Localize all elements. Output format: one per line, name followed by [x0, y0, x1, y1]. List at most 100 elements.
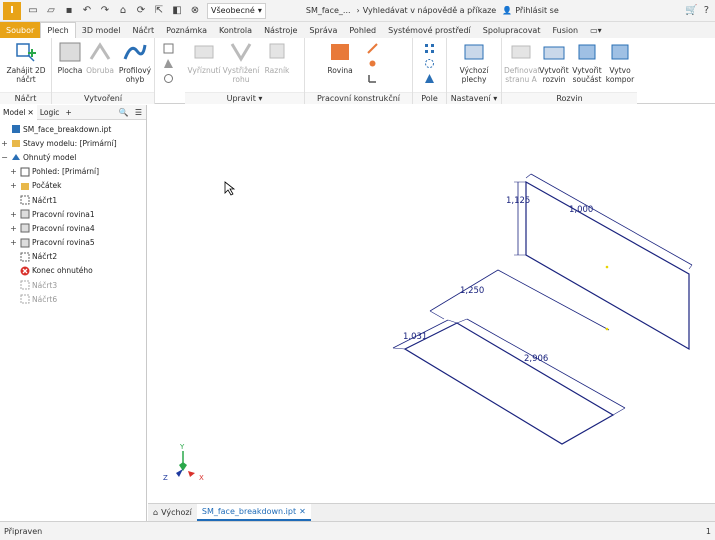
cart-icon[interactable]: 🛒 [685, 5, 697, 16]
sign-in-button[interactable]: 👤 Přihlásit se [502, 6, 559, 15]
create-part-button[interactable]: Vytvořit součást [571, 41, 603, 84]
dim-line-1-000[interactable] [530, 173, 693, 266]
define-a-side-button[interactable]: Definovat stranu A [504, 41, 540, 84]
help-search[interactable]: › Vyhledávat v nápovědě a příkaze [357, 6, 497, 15]
dim-label-1-250[interactable]: 1,250 [460, 286, 484, 296]
appearance-dropdown[interactable]: Všeobecné ▾ [207, 2, 266, 19]
rect-pattern-icon[interactable] [424, 43, 435, 54]
flange-button[interactable]: Obruba [85, 41, 115, 75]
tab-inspect[interactable]: Kontrola [213, 22, 258, 38]
select-icon[interactable]: ⇱ [151, 3, 167, 19]
tree-node-workplane5[interactable]: + Pracovní rovina5 [0, 236, 146, 250]
corner-round-button[interactable]: Vystřižení rohu [221, 41, 261, 84]
dim-label-1-125[interactable]: 1,125 [506, 196, 530, 206]
dim-label-1-031[interactable]: 1,031 [403, 332, 427, 342]
tree-node-sketch3[interactable]: Náčrt3 [0, 278, 146, 292]
expand-icon[interactable]: + [9, 210, 18, 219]
app-logo[interactable]: I [3, 1, 21, 20]
undo-icon[interactable]: ↶ [79, 3, 95, 19]
material-icon[interactable]: ◧ [169, 3, 185, 19]
appearance-icon[interactable]: ⊗ [187, 3, 203, 19]
expand-icon[interactable]: + [9, 181, 18, 190]
tree-node-part[interactable]: SM_face_breakdown.ipt [0, 122, 146, 136]
tree-node-folded-model[interactable]: − Ohnutý model [0, 150, 146, 164]
create-component-button[interactable]: Vytvo kompor [603, 41, 637, 84]
tab-manage[interactable]: Správa [303, 22, 343, 38]
expand-icon[interactable]: + [0, 139, 9, 148]
doc-tab-home[interactable]: ⌂ Výchozí [148, 504, 197, 521]
expand-icon[interactable]: + [9, 167, 18, 176]
panel-title-setup[interactable]: Nastavení ▾ [447, 92, 501, 104]
ucs-icon[interactable] [367, 73, 378, 84]
plane-button[interactable]: Rovina [323, 41, 357, 75]
tree-node-view[interactable]: + Pohled: [Primární] [0, 165, 146, 179]
expand-icon[interactable]: + [9, 224, 18, 233]
collapse-icon[interactable]: − [0, 153, 9, 162]
save-icon[interactable]: ▪ [61, 3, 77, 19]
circ-pattern-icon[interactable] [424, 58, 435, 69]
axis-y-label: Y [179, 443, 185, 451]
tab-collaborate[interactable]: Spolupracovat [477, 22, 547, 38]
center-point[interactable] [605, 327, 609, 331]
browser-tab-model[interactable]: Model ✕ [0, 104, 37, 120]
dim-label-2-906[interactable]: 2,906 [524, 354, 548, 364]
tab-view[interactable]: Pohled [343, 22, 382, 38]
point-icon[interactable] [367, 58, 378, 69]
cut-button[interactable]: Vyříznutí [187, 41, 221, 75]
help-icon[interactable]: ? [704, 5, 709, 16]
tab-tools[interactable]: Nástroje [258, 22, 303, 38]
bend-icon[interactable] [163, 73, 174, 84]
tree-node-workplane1[interactable]: + Pracovní rovina1 [0, 207, 146, 221]
browser-tab-logic[interactable]: Logic [37, 105, 63, 120]
tab-extra[interactable]: ▭▾ [584, 22, 608, 38]
doc-tab-sm-face-breakdown[interactable]: SM_face_breakdown.ipt ✕ [196, 504, 311, 521]
component-icon [611, 44, 629, 60]
toggle-icon: ▭▾ [590, 25, 602, 35]
tab-3d-model[interactable]: 3D model [76, 22, 127, 38]
new-icon[interactable]: ▭ [25, 3, 41, 19]
face-button[interactable]: Plocha [54, 41, 86, 75]
dim-line-1-250[interactable] [429, 269, 610, 331]
punch-button[interactable]: Razník [262, 41, 292, 75]
panel-title-work-features: Pracovní konstrukční prvky [305, 92, 412, 115]
close-icon[interactable]: ✕ [299, 507, 306, 516]
tab-environments[interactable]: Systémové prostředí [382, 22, 477, 38]
search-icon[interactable]: 🔍 [119, 108, 129, 117]
expand-icon[interactable]: + [9, 238, 18, 247]
close-icon[interactable]: ✕ [28, 108, 34, 117]
tab-sketch[interactable]: Náčrt [126, 22, 160, 38]
tree-node-origin[interactable]: + Počátek [0, 179, 146, 193]
open-icon[interactable]: ▱ [43, 3, 59, 19]
panel-title-modify[interactable]: Upravit ▾ [185, 92, 304, 104]
tab-sheet-metal[interactable]: Plech [40, 22, 76, 38]
contour-roll-icon [123, 44, 147, 60]
tree-node-workplane4[interactable]: + Pracovní rovina4 [0, 221, 146, 235]
create-flat-button[interactable]: Vytvořit rozvin [538, 41, 570, 84]
graphics-viewport[interactable]: 1,125 1,000 1,250 1,031 2,906 Y Z X [148, 105, 715, 503]
tree-node-sketch2[interactable]: Náčrt2 [0, 250, 146, 264]
tree-node-sketch6[interactable]: Náčrt6 [0, 292, 146, 306]
contour-roll-button[interactable]: Profilový ohyb [116, 41, 154, 84]
dim-label-1-000[interactable]: 1,000 [569, 205, 593, 215]
tree-node-model-states[interactable]: + Stavy modelu: [Primární] [0, 136, 146, 150]
center-point[interactable] [605, 265, 609, 269]
tree-node-end-of-folded[interactable]: Konec ohnutého [0, 264, 146, 278]
axis-icon[interactable] [367, 43, 378, 54]
menu-icon[interactable]: ☰ [135, 108, 142, 117]
panel-pattern: Pole [413, 38, 447, 104]
redo-icon[interactable]: ↷ [97, 3, 113, 19]
default-sheet-button[interactable]: Výchozí plechy [453, 41, 495, 84]
mirror-icon[interactable] [424, 73, 435, 84]
hem-icon[interactable] [163, 43, 174, 54]
home-icon[interactable]: ⌂ [115, 3, 131, 19]
add-browser-tab[interactable]: + [62, 105, 74, 120]
fold-icon[interactable] [163, 58, 174, 69]
start-2d-sketch-button[interactable]: Zahájit 2D náčrt [4, 41, 48, 84]
tree-node-sketch1[interactable]: Náčrt1 [0, 193, 146, 207]
a-side-icon [511, 45, 531, 59]
tab-fusion[interactable]: Fusion [546, 22, 584, 38]
tab-annotate[interactable]: Poznámka [160, 22, 213, 38]
upper-sketch-profile[interactable] [525, 180, 690, 351]
tab-file[interactable]: Soubor [0, 22, 41, 38]
update-icon[interactable]: ⟳ [133, 3, 149, 19]
